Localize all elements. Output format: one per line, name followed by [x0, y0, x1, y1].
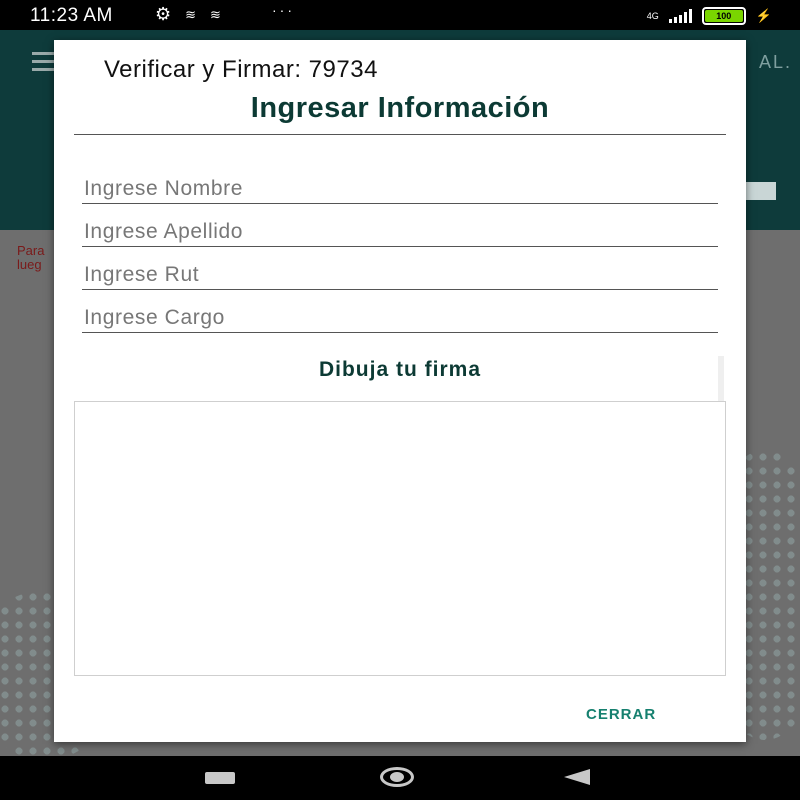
battery-level: 100 — [716, 11, 732, 21]
signature-label: Dibuja tu firma — [318, 358, 481, 381]
notification-icon: ≋ — [210, 6, 221, 22]
menu-icon[interactable] — [32, 52, 56, 76]
apellido-input[interactable] — [82, 217, 718, 247]
status-system-icons: 4G 100 ⚡ — [647, 7, 772, 25]
cargo-input[interactable] — [82, 303, 718, 333]
background-text-line: lueg — [17, 257, 42, 272]
rut-input[interactable] — [82, 260, 718, 290]
back-icon[interactable] — [564, 769, 590, 785]
background-text: Para lueg — [17, 244, 44, 272]
status-notification-icons: ⚙ ≋ ≋ — [155, 4, 221, 25]
signal-icon — [668, 9, 692, 23]
nombre-input[interactable] — [82, 174, 718, 204]
recent-apps-icon[interactable] — [205, 772, 235, 784]
signature-dialog: Verificar y Firmar: 79734 Ingresar Infor… — [54, 40, 746, 742]
status-time: 11:23 AM — [30, 5, 113, 26]
signature-pad[interactable] — [74, 401, 726, 676]
charging-icon: ⚡ — [755, 8, 772, 23]
header-badge — [746, 182, 776, 200]
app-logo: AL. — [758, 52, 792, 72]
background-text-line: Para — [17, 243, 45, 258]
home-icon[interactable] — [380, 767, 414, 787]
close-button[interactable]: CERRAR — [578, 704, 664, 725]
dialog-heading: Ingresar Información — [250, 92, 550, 124]
network-type: 4G — [646, 11, 659, 21]
navigation-bar — [0, 756, 800, 800]
notification-icon: ≋ — [185, 6, 197, 22]
more-notifications-icon: ··· — [272, 2, 295, 18]
status-bar: 11:23 AM ⚙ ≋ ≋ ··· 4G 100 ⚡ — [0, 0, 800, 30]
divider — [74, 134, 726, 135]
settings-icon: ⚙ — [155, 4, 172, 24]
dialog-title: Verificar y Firmar: 79734 — [104, 56, 378, 83]
battery-icon: 100 — [701, 7, 746, 25]
